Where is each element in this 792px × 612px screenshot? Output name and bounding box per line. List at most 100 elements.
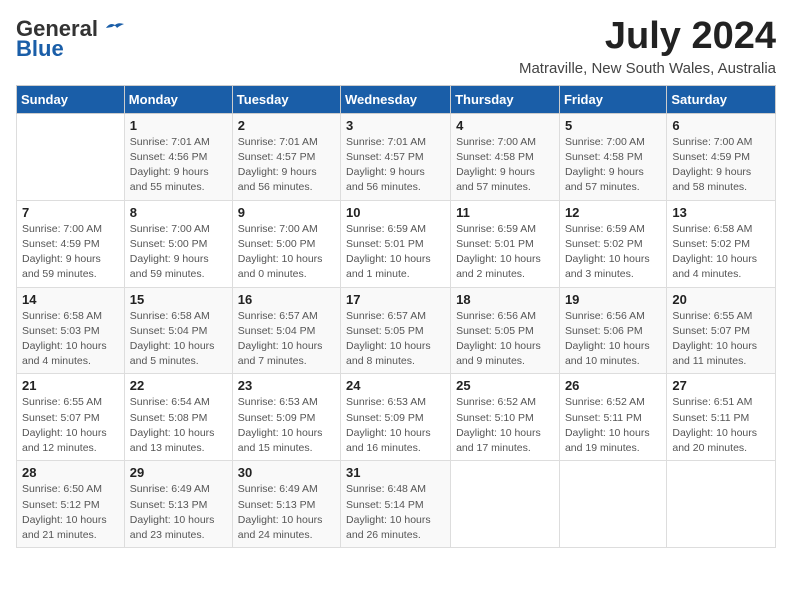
calendar-cell: 22Sunrise: 6:54 AMSunset: 5:08 PMDayligh… bbox=[124, 374, 232, 461]
calendar-cell: 13 Sunrise: 6:58 AMSunset: 5:02 PMDayligh… bbox=[667, 200, 776, 287]
title-block: July 2024 Matraville, New South Wales, A… bbox=[519, 16, 776, 77]
calendar-cell: 1 Sunrise: 7:01 AMSunset: 4:56 PMDaylight… bbox=[124, 113, 232, 200]
calendar-cell: 15 Sunrise: 6:58 AMSunset: 5:04 PMDayligh… bbox=[124, 287, 232, 374]
calendar-cell: 14 Sunrise: 6:58 AMSunset: 5:03 PMDayligh… bbox=[17, 287, 125, 374]
day-info: Sunrise: 6:55 AMSunset: 5:07 PMDaylight:… bbox=[672, 309, 770, 370]
calendar-cell: 8 Sunrise: 7:00 AMSunset: 5:00 PMDaylight… bbox=[124, 200, 232, 287]
calendar-table: SundayMondayTuesdayWednesdayThursdayFrid… bbox=[16, 85, 776, 548]
day-number: 29 bbox=[130, 465, 227, 480]
day-number: 24 bbox=[346, 378, 445, 393]
calendar-header-row: SundayMondayTuesdayWednesdayThursdayFrid… bbox=[17, 85, 776, 113]
calendar-cell: 23 Sunrise: 6:53 AMSunset: 5:09 PMDayligh… bbox=[232, 374, 340, 461]
day-info: Sunrise: 6:58 AMSunset: 5:02 PMDaylight:… bbox=[672, 222, 770, 283]
day-info: Sunrise: 6:59 AMSunset: 5:02 PMDaylight:… bbox=[565, 222, 661, 283]
day-info: Sunrise: 6:53 AMSunset: 5:09 PMDaylight:… bbox=[346, 395, 445, 456]
day-info: Sunrise: 6:53 AMSunset: 5:09 PMDaylight:… bbox=[238, 395, 335, 456]
day-number: 5 bbox=[565, 118, 661, 133]
calendar-cell: 28 Sunrise: 6:50 AMSunset: 5:12 PMDayligh… bbox=[17, 461, 125, 548]
day-info: Sunrise: 7:00 AMSunset: 4:59 PMDaylight:… bbox=[22, 222, 119, 283]
calendar-cell: 18 Sunrise: 6:56 AMSunset: 5:05 PMDayligh… bbox=[451, 287, 560, 374]
day-info: Sunrise: 6:58 AMSunset: 5:04 PMDaylight:… bbox=[130, 309, 227, 370]
day-info: Sunrise: 6:51 AMSunset: 5:11 PMDaylight:… bbox=[672, 395, 770, 456]
day-number: 2 bbox=[238, 118, 335, 133]
day-info: Sunrise: 6:57 AMSunset: 5:04 PMDaylight:… bbox=[238, 309, 335, 370]
day-number: 3 bbox=[346, 118, 445, 133]
calendar-cell: 4Sunrise: 7:00 AMSunset: 4:58 PMDaylight… bbox=[451, 113, 560, 200]
day-number: 31 bbox=[346, 465, 445, 480]
calendar-cell: 19 Sunrise: 6:56 AMSunset: 5:06 PMDayligh… bbox=[559, 287, 666, 374]
calendar-cell: 30 Sunrise: 6:49 AMSunset: 5:13 PMDayligh… bbox=[232, 461, 340, 548]
calendar-cell: 29 Sunrise: 6:49 AMSunset: 5:13 PMDayligh… bbox=[124, 461, 232, 548]
day-number: 12 bbox=[565, 205, 661, 220]
day-number: 15 bbox=[130, 292, 227, 307]
day-info: Sunrise: 7:00 AMSunset: 4:58 PMDaylight:… bbox=[456, 135, 554, 196]
calendar-week-row: 1 Sunrise: 7:01 AMSunset: 4:56 PMDaylight… bbox=[17, 113, 776, 200]
day-number: 26 bbox=[565, 378, 661, 393]
calendar-cell: 25Sunrise: 6:52 AMSunset: 5:10 PMDayligh… bbox=[451, 374, 560, 461]
day-header: Saturday bbox=[667, 85, 776, 113]
day-number: 23 bbox=[238, 378, 335, 393]
calendar-cell: 2 Sunrise: 7:01 AMSunset: 4:57 PMDaylight… bbox=[232, 113, 340, 200]
day-info: Sunrise: 7:01 AMSunset: 4:57 PMDaylight:… bbox=[238, 135, 335, 196]
calendar-week-row: 7Sunrise: 7:00 AMSunset: 4:59 PMDaylight… bbox=[17, 200, 776, 287]
day-info: Sunrise: 7:00 AMSunset: 4:58 PMDaylight:… bbox=[565, 135, 661, 196]
page-header: General Blue July 2024 Matraville, New S… bbox=[16, 16, 776, 77]
day-number: 20 bbox=[672, 292, 770, 307]
day-number: 1 bbox=[130, 118, 227, 133]
calendar-week-row: 14 Sunrise: 6:58 AMSunset: 5:03 PMDayligh… bbox=[17, 287, 776, 374]
day-number: 14 bbox=[22, 292, 119, 307]
day-number: 30 bbox=[238, 465, 335, 480]
day-info: Sunrise: 7:01 AMSunset: 4:57 PMDaylight:… bbox=[346, 135, 445, 196]
calendar-cell bbox=[17, 113, 125, 200]
day-info: Sunrise: 6:49 AMSunset: 5:13 PMDaylight:… bbox=[130, 482, 227, 543]
day-header: Thursday bbox=[451, 85, 560, 113]
calendar-cell bbox=[667, 461, 776, 548]
day-number: 8 bbox=[130, 205, 227, 220]
day-header: Sunday bbox=[17, 85, 125, 113]
day-number: 18 bbox=[456, 292, 554, 307]
day-info: Sunrise: 6:56 AMSunset: 5:05 PMDaylight:… bbox=[456, 309, 554, 370]
day-number: 17 bbox=[346, 292, 445, 307]
day-number: 28 bbox=[22, 465, 119, 480]
day-header: Wednesday bbox=[341, 85, 451, 113]
day-number: 9 bbox=[238, 205, 335, 220]
logo: General Blue bbox=[16, 16, 126, 62]
day-number: 21 bbox=[22, 378, 119, 393]
day-info: Sunrise: 6:48 AMSunset: 5:14 PMDaylight:… bbox=[346, 482, 445, 543]
calendar-cell: 21 Sunrise: 6:55 AMSunset: 5:07 PMDayligh… bbox=[17, 374, 125, 461]
day-info: Sunrise: 7:01 AMSunset: 4:56 PMDaylight:… bbox=[130, 135, 227, 196]
calendar-cell: 5 Sunrise: 7:00 AMSunset: 4:58 PMDaylight… bbox=[559, 113, 666, 200]
calendar-cell bbox=[559, 461, 666, 548]
calendar-cell: 3 Sunrise: 7:01 AMSunset: 4:57 PMDaylight… bbox=[341, 113, 451, 200]
logo-blue-text: Blue bbox=[16, 36, 64, 62]
day-info: Sunrise: 6:57 AMSunset: 5:05 PMDaylight:… bbox=[346, 309, 445, 370]
day-number: 10 bbox=[346, 205, 445, 220]
day-header: Friday bbox=[559, 85, 666, 113]
day-header: Monday bbox=[124, 85, 232, 113]
calendar-cell bbox=[451, 461, 560, 548]
day-info: Sunrise: 6:58 AMSunset: 5:03 PMDaylight:… bbox=[22, 309, 119, 370]
calendar-cell: 31 Sunrise: 6:48 AMSunset: 5:14 PMDayligh… bbox=[341, 461, 451, 548]
day-number: 13 bbox=[672, 205, 770, 220]
calendar-cell: 9 Sunrise: 7:00 AMSunset: 5:00 PMDaylight… bbox=[232, 200, 340, 287]
day-info: Sunrise: 6:50 AMSunset: 5:12 PMDaylight:… bbox=[22, 482, 119, 543]
day-info: Sunrise: 6:55 AMSunset: 5:07 PMDaylight:… bbox=[22, 395, 119, 456]
day-number: 27 bbox=[672, 378, 770, 393]
day-header: Tuesday bbox=[232, 85, 340, 113]
day-number: 11 bbox=[456, 205, 554, 220]
day-info: Sunrise: 7:00 AMSunset: 5:00 PMDaylight:… bbox=[238, 222, 335, 283]
calendar-cell: 20 Sunrise: 6:55 AMSunset: 5:07 PMDayligh… bbox=[667, 287, 776, 374]
calendar-cell: 12 Sunrise: 6:59 AMSunset: 5:02 PMDayligh… bbox=[559, 200, 666, 287]
calendar-cell: 10Sunrise: 6:59 AMSunset: 5:01 PMDayligh… bbox=[341, 200, 451, 287]
day-info: Sunrise: 6:49 AMSunset: 5:13 PMDaylight:… bbox=[238, 482, 335, 543]
calendar-week-row: 21 Sunrise: 6:55 AMSunset: 5:07 PMDayligh… bbox=[17, 374, 776, 461]
calendar-cell: 16 Sunrise: 6:57 AMSunset: 5:04 PMDayligh… bbox=[232, 287, 340, 374]
day-number: 19 bbox=[565, 292, 661, 307]
day-number: 6 bbox=[672, 118, 770, 133]
day-info: Sunrise: 7:00 AMSunset: 5:00 PMDaylight:… bbox=[130, 222, 227, 283]
calendar-week-row: 28 Sunrise: 6:50 AMSunset: 5:12 PMDayligh… bbox=[17, 461, 776, 548]
day-info: Sunrise: 6:56 AMSunset: 5:06 PMDaylight:… bbox=[565, 309, 661, 370]
calendar-cell: 6Sunrise: 7:00 AMSunset: 4:59 PMDaylight… bbox=[667, 113, 776, 200]
day-number: 16 bbox=[238, 292, 335, 307]
calendar-cell: 7Sunrise: 7:00 AMSunset: 4:59 PMDaylight… bbox=[17, 200, 125, 287]
